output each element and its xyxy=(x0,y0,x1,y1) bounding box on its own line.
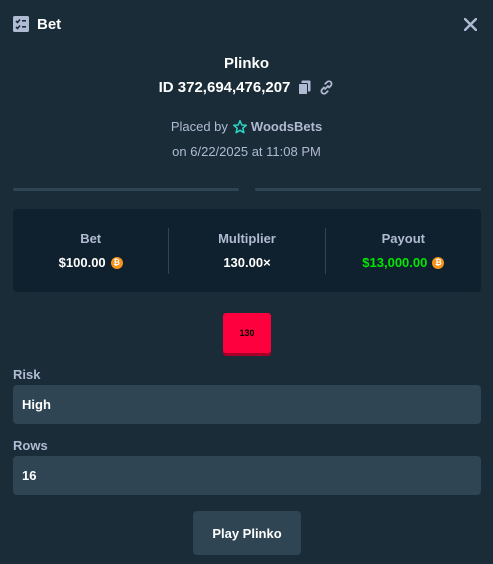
risk-label: Risk xyxy=(13,367,41,382)
close-icon xyxy=(463,17,477,31)
risk-field: High xyxy=(13,385,481,424)
rows-field: 16 xyxy=(13,456,481,495)
bitcoin-icon: ₿ xyxy=(432,256,445,269)
bet-stat: Bet $100.00 ₿ xyxy=(13,231,168,270)
placed-by-row: Placed by WoodsBets xyxy=(0,119,493,134)
game-title: Plinko xyxy=(223,55,269,72)
payout-amount-value: $13,000.00 xyxy=(362,255,428,270)
rows-label: Rows xyxy=(13,438,48,453)
user-link[interactable]: WoodsBets xyxy=(232,119,323,134)
vip-star-icon xyxy=(232,119,247,133)
close-button[interactable] xyxy=(460,14,480,34)
bet-amount: $100.00 ₿ xyxy=(59,255,123,270)
link-icon[interactable] xyxy=(318,80,334,96)
bet-id: ID 372,694,476,207 xyxy=(158,79,291,96)
plinko-result-tile: 130 xyxy=(223,313,271,353)
bet-date: on 6/22/2025 at 11:08 PM xyxy=(172,144,321,159)
bet-slip-icon xyxy=(13,16,29,32)
multiplier-label: Multiplier xyxy=(218,231,276,246)
divider-left xyxy=(13,188,239,191)
payout-label: Payout xyxy=(381,231,425,246)
multiplier-stat: Multiplier 130.00× xyxy=(169,231,324,270)
modal-title-group: Bet xyxy=(13,16,61,33)
placed-by-prefix: Placed by xyxy=(170,119,228,134)
bet-stats-card: Bet $100.00 ₿ Multiplier 130.00× Payout … xyxy=(13,209,481,292)
payout-amount: $13,000.00 ₿ xyxy=(362,255,445,270)
bet-amount-value: $100.00 xyxy=(58,255,106,270)
bet-id-row: ID 372,694,476,207 xyxy=(0,79,493,96)
divider-right xyxy=(255,188,481,191)
bet-label: Bet xyxy=(80,231,102,246)
modal-header: Bet xyxy=(0,0,493,48)
copy-icon[interactable] xyxy=(296,80,312,96)
modal-title: Bet xyxy=(37,15,62,33)
bitcoin-icon: ₿ xyxy=(110,256,123,269)
play-plinko-button[interactable]: Play Plinko xyxy=(193,511,301,555)
payout-stat: Payout $13,000.00 ₿ xyxy=(326,231,481,270)
multiplier-value: 130.00× xyxy=(223,255,271,270)
username: WoodsBets xyxy=(250,119,323,134)
